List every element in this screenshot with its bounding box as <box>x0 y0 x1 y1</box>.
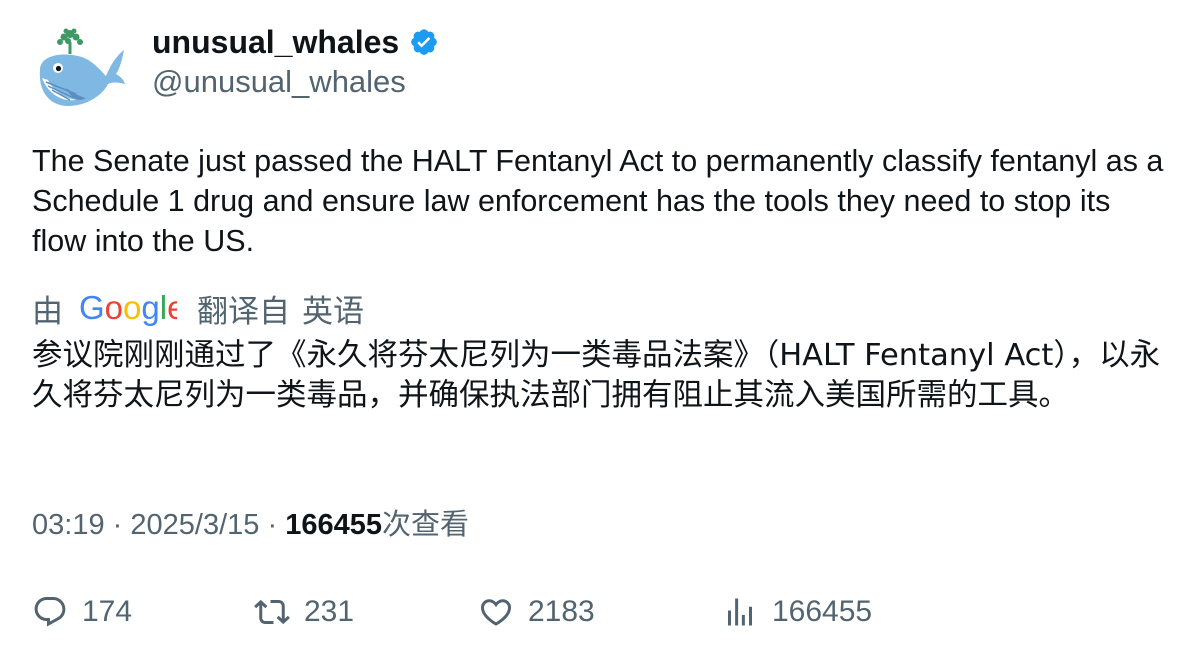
translation-source-language: 英语 <box>302 293 364 329</box>
author-avatar[interactable] <box>30 26 126 112</box>
tweet-meta: 03:19 · 2025/3/15 · 166455次查看 <box>32 504 469 545</box>
tweet-time[interactable]: 03:19 <box>32 509 105 541</box>
bar-chart-icon <box>728 598 752 626</box>
reply-icon <box>34 597 66 627</box>
reply-button[interactable]: 174 <box>32 590 132 634</box>
like-button[interactable]: 2183 <box>478 590 595 634</box>
translated-text: 参议院刚刚通过了《永久将芬太尼列为一类毒品法案》（HALT Fentanyl A… <box>32 338 1161 413</box>
google-logo-icon[interactable]: Google <box>79 288 177 328</box>
tweet-date[interactable]: 2025/3/15 <box>130 509 259 541</box>
translation-attribution: 由 Google 翻译自 英语 <box>32 286 364 330</box>
author-display-name[interactable]: unusual_whales <box>152 22 399 62</box>
action-bar: 174 231 2183 166455 <box>32 590 1172 634</box>
whale-logo-icon <box>39 28 126 106</box>
retweet-count: 231 <box>304 595 355 628</box>
meta-separator: · <box>112 509 123 541</box>
author-name-row: unusual_whales <box>152 22 439 62</box>
verified-badge-icon <box>409 27 439 57</box>
heart-icon <box>480 599 512 626</box>
translation-from-label: 翻译自 <box>197 293 290 329</box>
retweet-button[interactable]: 231 <box>254 590 354 634</box>
reply-count: 174 <box>82 595 133 628</box>
author-handle[interactable]: @unusual_whales <box>152 62 406 102</box>
views-action-count: 166455 <box>772 595 873 628</box>
tweet-card: unusual_whales @unusual_whales The Senat… <box>0 0 1196 658</box>
translation-by-label: 由 <box>32 293 63 329</box>
tweet-text: The Senate just passed the HALT Fentanyl… <box>32 144 1164 258</box>
retweet-icon <box>254 599 290 625</box>
meta-separator: · <box>267 509 278 541</box>
views-label: 次查看 <box>381 507 469 541</box>
views-count: 166455 <box>285 509 382 541</box>
svg-text:Google: Google <box>79 290 177 326</box>
views-button[interactable]: 166455 <box>722 590 872 634</box>
like-count: 2183 <box>528 595 595 628</box>
